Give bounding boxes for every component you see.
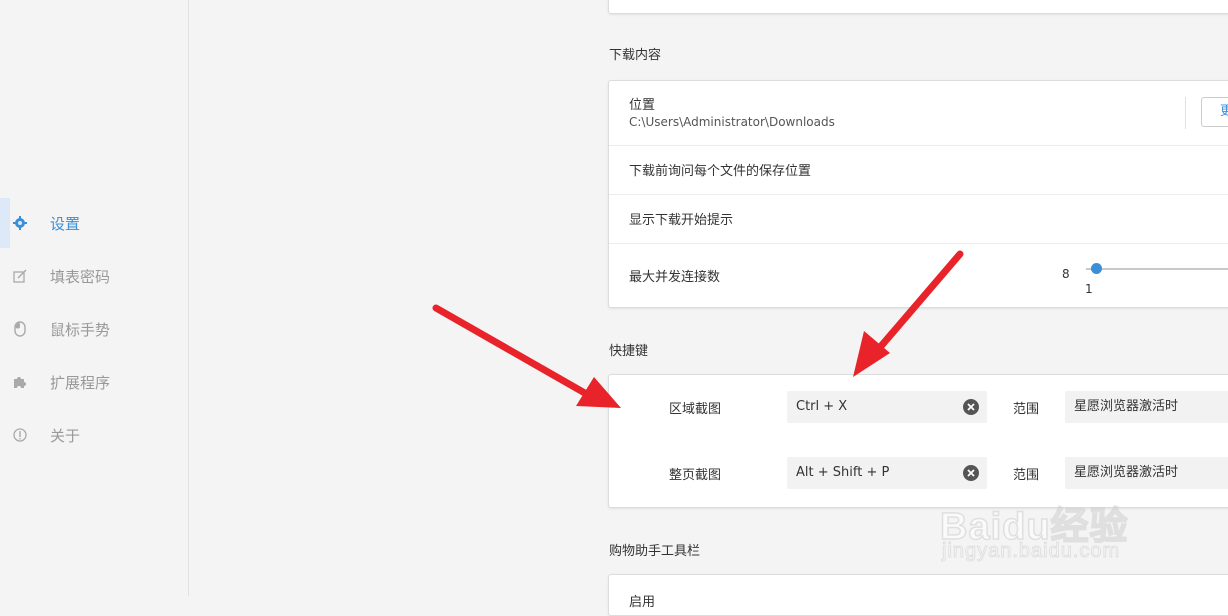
scope-select[interactable]: 星愿浏览器激活时 (1065, 457, 1228, 489)
max-connections-slider-track[interactable] (1086, 268, 1228, 270)
divider (609, 145, 1228, 146)
sidebar: 设置 填表密码 鼠标手势 扩展程序 关于 (0, 0, 189, 596)
location-path: C:\Users\Administrator\Downloads (629, 115, 835, 129)
slider-min-label: 1 (1085, 282, 1093, 296)
arrow-left (432, 304, 621, 408)
shortcuts-section-title: 快捷键 (609, 344, 649, 359)
divider (609, 194, 1228, 195)
sidebar-item-label: 鼠标手势 (50, 320, 111, 339)
change-location-button[interactable]: 更改 (1201, 97, 1228, 127)
scope-select[interactable]: 星愿浏览器激活时 (1065, 391, 1228, 423)
shopping-card: 启用 (608, 574, 1228, 616)
shortcut-keys: Ctrl + X (796, 399, 848, 414)
form-edit-icon (12, 268, 28, 284)
scope-label: 范围 (1013, 468, 1040, 483)
shopping-section-title: 购物助手工具栏 (609, 544, 701, 559)
sidebar-item-label: 关于 (50, 426, 81, 445)
shortcut-label: 整页截图 (669, 468, 722, 483)
puzzle-icon (12, 374, 28, 390)
sidebar-item-extensions[interactable]: 扩展程序 (0, 357, 188, 407)
downloads-section-title: 下载内容 (609, 48, 662, 63)
baidu-watermark: Baidu经验 jingyan.baidu.com (939, 495, 1220, 575)
info-icon (12, 427, 28, 443)
shopping-first-row-label: 启用 (629, 595, 656, 610)
clear-icon[interactable] (963, 399, 979, 415)
mouse-icon (12, 321, 28, 337)
max-connections-slider-thumb[interactable] (1091, 263, 1102, 274)
sidebar-item-form-passwords[interactable]: 填表密码 (0, 251, 188, 301)
max-connections-value: 8 (1062, 267, 1070, 281)
clear-icon[interactable] (963, 465, 979, 481)
shortcut-keys: Alt + Shift + P (796, 465, 890, 480)
shortcut-label: 区域截图 (669, 402, 722, 417)
gear-icon (12, 215, 28, 231)
watermark-line2: jingyan.baidu.com (941, 540, 1121, 563)
sidebar-item-settings[interactable]: 设置 (0, 198, 188, 248)
divider (609, 243, 1228, 244)
shortcut-input[interactable]: Alt + Shift + P (787, 457, 987, 489)
active-indicator (0, 198, 10, 248)
ask-each-file-label[interactable]: 下载前询问每个文件的保存位置 (629, 160, 811, 179)
downloads-card: 位置 C:\Users\Administrator\Downloads 更改 下… (608, 80, 1228, 308)
sidebar-item-label: 扩展程序 (50, 373, 111, 392)
max-connections-label: 最大并发连接数 (629, 270, 721, 285)
shortcut-input[interactable]: Ctrl + X (787, 391, 987, 423)
location-label: 位置 (629, 98, 656, 113)
previous-settings-card (608, 0, 1228, 14)
scope-label: 范围 (1013, 402, 1040, 417)
sidebar-item-label: 设置 (50, 214, 81, 233)
sidebar-item-label: 填表密码 (50, 267, 111, 286)
sidebar-item-about[interactable]: 关于 (0, 410, 188, 460)
divider (1185, 97, 1186, 129)
sidebar-item-mouse-gestures[interactable]: 鼠标手势 (0, 304, 188, 354)
shortcuts-card: 区域截图 Ctrl + X 范围 星愿浏览器激活时 整页截图 Alt + Shi… (608, 374, 1228, 508)
show-start-tip-label[interactable]: 显示下载开始提示 (629, 209, 733, 228)
